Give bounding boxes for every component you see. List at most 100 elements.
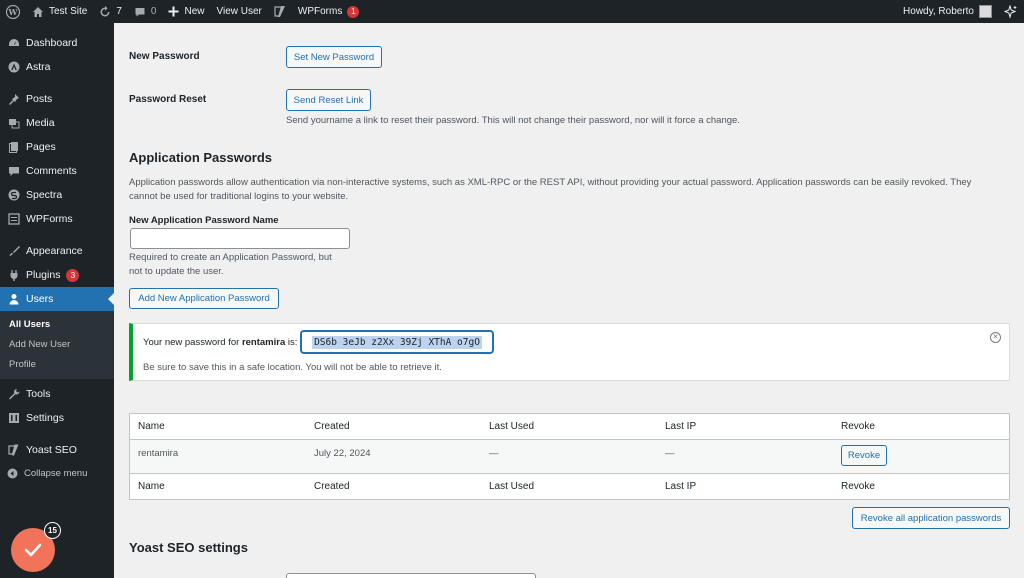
submenu-all-users[interactable]: All Users bbox=[0, 315, 114, 335]
sparkle-icon bbox=[1004, 4, 1017, 19]
site-name-link[interactable]: Test Site bbox=[26, 0, 93, 23]
site-name: Test Site bbox=[49, 6, 88, 17]
sidebar-item-label: Astra bbox=[26, 61, 51, 73]
row-last-used: — bbox=[489, 448, 499, 459]
collapse-arrow-icon bbox=[7, 468, 18, 478]
sidebar-item-appearance[interactable]: Appearance bbox=[0, 239, 114, 263]
notice-suffix: is: bbox=[285, 337, 298, 348]
sidebar-item-settings[interactable]: Settings bbox=[0, 406, 114, 430]
sidebar-item-users[interactable]: Users bbox=[0, 287, 114, 311]
submenu-profile[interactable]: Profile bbox=[0, 355, 114, 375]
new-app-password-name-input[interactable] bbox=[130, 228, 350, 249]
column-header-created[interactable]: Created bbox=[314, 421, 350, 432]
collapse-menu-button[interactable]: Collapse menu bbox=[0, 462, 114, 484]
sidebar-item-comments[interactable]: Comments bbox=[0, 159, 114, 183]
comment-icon bbox=[7, 165, 20, 178]
column-footer-last-used[interactable]: Last Used bbox=[489, 481, 534, 492]
column-footer-revoke: Revoke bbox=[841, 481, 875, 492]
view-user-link[interactable]: View User bbox=[211, 0, 268, 23]
revoke-all-application-passwords-button[interactable]: Revoke all application passwords bbox=[852, 507, 1010, 529]
comments-link[interactable]: 0 bbox=[128, 0, 163, 23]
comments-count: 0 bbox=[150, 6, 157, 17]
sidebar-item-astra[interactable]: Astra bbox=[0, 55, 114, 79]
yoast-icon bbox=[7, 444, 20, 457]
home-icon bbox=[33, 6, 43, 17]
progress-checklist-button[interactable]: 15 bbox=[11, 522, 61, 572]
revoke-button[interactable]: Revoke bbox=[841, 445, 887, 466]
sidebar-item-plugins[interactable]: Plugins 3 bbox=[0, 263, 114, 287]
sidebar-item-label: Spectra bbox=[26, 189, 63, 201]
wordpress-logo-icon[interactable]: W bbox=[0, 0, 26, 23]
svg-text:W: W bbox=[8, 7, 19, 17]
main-content: New Password Set New Password Password R… bbox=[114, 23, 1024, 578]
new-label: New bbox=[184, 6, 205, 17]
generated-password-field[interactable]: DS6b 3eJb z2Xx 39Zj XThA o7gO bbox=[301, 331, 493, 353]
updates-count: 7 bbox=[116, 6, 122, 17]
table-header-row: Name Created Last Used Last IP Revoke bbox=[130, 414, 1009, 440]
yoast-adminbar-link[interactable] bbox=[268, 0, 292, 23]
page-icon bbox=[7, 141, 20, 154]
set-new-password-button[interactable]: Set New Password bbox=[286, 46, 382, 68]
sidebar-item-label: Settings bbox=[26, 412, 64, 424]
sidebar-item-label: Tools bbox=[26, 388, 51, 400]
ai-sparkle-button[interactable] bbox=[998, 0, 1024, 23]
sidebar-item-label: Posts bbox=[26, 93, 53, 105]
column-header-last-ip[interactable]: Last IP bbox=[665, 421, 696, 432]
view-user-label: View User bbox=[216, 6, 262, 17]
updates-link[interactable]: 7 bbox=[93, 0, 128, 23]
new-app-password-help: Required to create an Application Passwo… bbox=[129, 252, 332, 277]
sidebar-item-label: WPForms bbox=[26, 213, 73, 225]
wpforms-adminbar-link[interactable]: WPForms 1 bbox=[292, 0, 365, 23]
new-content-link[interactable]: New bbox=[162, 0, 210, 23]
password-reset-label: Password Reset bbox=[129, 94, 207, 105]
sidebar-item-pages[interactable]: Pages bbox=[0, 135, 114, 159]
sidebar-item-label: Appearance bbox=[26, 245, 83, 257]
checkmark-icon bbox=[24, 543, 42, 557]
sidebar-item-yoast[interactable]: Yoast SEO bbox=[0, 438, 114, 462]
collapse-label: Collapse menu bbox=[24, 467, 88, 479]
yoast-seo-settings-heading: Yoast SEO settings bbox=[129, 540, 248, 555]
column-header-last-used[interactable]: Last Used bbox=[489, 421, 534, 432]
add-new-application-password-button[interactable]: Add New Application Password bbox=[129, 288, 279, 309]
notice-username: rentamira bbox=[241, 337, 286, 348]
column-header-name[interactable]: Name bbox=[138, 421, 165, 432]
column-footer-last-ip[interactable]: Last IP bbox=[665, 481, 696, 492]
new-app-password-name-label: New Application Password Name bbox=[129, 215, 279, 226]
admin-sidebar: Dashboard Astra Posts Media Pages Commen… bbox=[0, 23, 114, 578]
wpforms-icon bbox=[7, 213, 20, 226]
application-passwords-table: Name Created Last Used Last IP Revoke re… bbox=[129, 413, 1010, 500]
checklist-count-badge: 15 bbox=[44, 522, 61, 539]
notice-prefix: Your new password for bbox=[143, 337, 242, 348]
column-header-revoke: Revoke bbox=[841, 421, 875, 432]
application-passwords-description: Application passwords allow authenticati… bbox=[129, 177, 972, 202]
dashboard-icon bbox=[7, 37, 20, 50]
password-reset-description: Send yourname a link to reset their pass… bbox=[286, 115, 740, 126]
sidebar-item-media[interactable]: Media bbox=[0, 111, 114, 135]
column-footer-name[interactable]: Name bbox=[138, 481, 165, 492]
wrench-icon bbox=[7, 388, 20, 401]
sidebar-item-wpforms[interactable]: WPForms bbox=[0, 207, 114, 231]
submenu-add-new-user[interactable]: Add New User bbox=[0, 335, 114, 355]
sidebar-item-posts[interactable]: Posts bbox=[0, 87, 114, 111]
yoast-settings-field[interactable] bbox=[286, 573, 536, 578]
settings-icon bbox=[7, 412, 20, 425]
sidebar-item-label: Yoast SEO bbox=[26, 444, 77, 456]
sidebar-item-tools[interactable]: Tools bbox=[0, 382, 114, 406]
my-account-link[interactable]: Howdy, Roberto bbox=[897, 0, 998, 23]
media-icon bbox=[7, 117, 20, 130]
new-password-label: New Password bbox=[129, 51, 200, 62]
spectra-icon bbox=[7, 189, 20, 202]
sidebar-item-spectra[interactable]: Spectra bbox=[0, 183, 114, 207]
notice-message: Your new password for rentamira is: bbox=[143, 337, 297, 348]
yoast-icon bbox=[274, 6, 285, 17]
refresh-icon bbox=[100, 5, 110, 16]
dismiss-notice-close-icon[interactable]: ✕ bbox=[990, 332, 1001, 343]
column-footer-created[interactable]: Created bbox=[314, 481, 350, 492]
table-footer-row: Name Created Last Used Last IP Revoke bbox=[130, 473, 1009, 499]
row-name: rentamira bbox=[138, 448, 179, 459]
application-passwords-heading: Application Passwords bbox=[129, 150, 273, 165]
users-submenu: All Users Add New User Profile bbox=[0, 311, 114, 379]
send-reset-link-button[interactable]: Send Reset Link bbox=[286, 89, 371, 111]
admin-bar: W Test Site 7 0 New View User WPForms 1 … bbox=[0, 0, 1024, 23]
sidebar-item-dashboard[interactable]: Dashboard bbox=[0, 31, 114, 55]
